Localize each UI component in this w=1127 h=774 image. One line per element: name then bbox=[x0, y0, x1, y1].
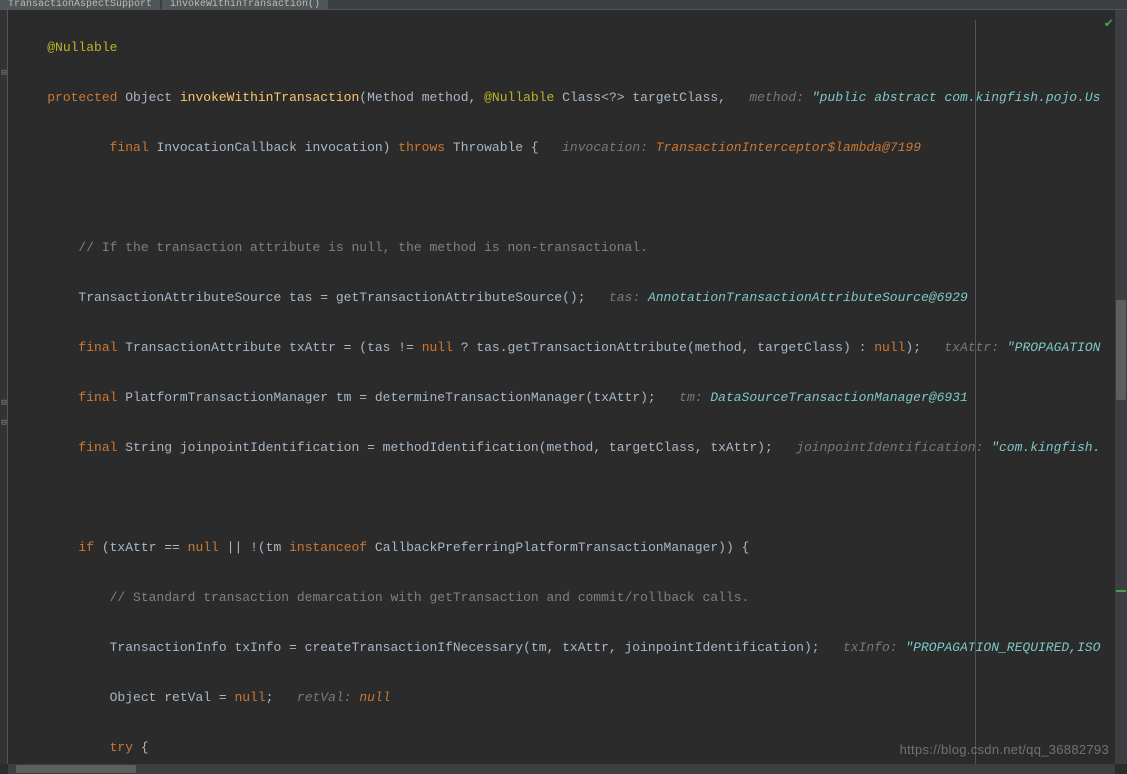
code-line: Object retVal = null; retVal: null bbox=[16, 685, 1127, 710]
vertical-scrollbar[interactable] bbox=[1115, 10, 1127, 764]
code-line: protected Object invokeWithinTransaction… bbox=[16, 85, 1127, 110]
scroll-thumb[interactable] bbox=[16, 765, 136, 773]
margin-guide bbox=[975, 20, 976, 764]
code-line: final PlatformTransactionManager tm = de… bbox=[16, 385, 1127, 410]
code-line: // Standard transaction demarcation with… bbox=[16, 585, 1127, 610]
watermark: https://blog.csdn.net/qq_36882793 bbox=[900, 737, 1109, 762]
scroll-thumb[interactable] bbox=[1116, 300, 1126, 400]
inspection-ok-icon[interactable]: ✔ bbox=[1105, 12, 1113, 37]
gutter: ⊟ ⊟ ⊟ bbox=[0, 10, 8, 764]
horizontal-scrollbar[interactable] bbox=[8, 764, 1115, 774]
editor-tabs: TransactionAspectSupport invokeWithinTra… bbox=[0, 0, 1127, 10]
code-line bbox=[16, 185, 1127, 210]
tab-method[interactable]: invokeWithinTransaction() bbox=[162, 0, 328, 9]
code-line: final InvocationCallback invocation) thr… bbox=[16, 135, 1127, 160]
tab-file[interactable]: TransactionAspectSupport bbox=[0, 0, 160, 9]
code-line: TransactionAttributeSource tas = getTran… bbox=[16, 285, 1127, 310]
code-area[interactable]: @Nullable protected Object invokeWithinT… bbox=[8, 10, 1127, 764]
code-line: final String joinpointIdentification = m… bbox=[16, 435, 1127, 460]
code-line bbox=[16, 485, 1127, 510]
code-line: @Nullable bbox=[16, 35, 1127, 60]
code-editor[interactable]: ⊟ ⊟ ⊟ @Nullable protected Object invokeW… bbox=[0, 10, 1127, 764]
code-line: TransactionInfo txInfo = createTransacti… bbox=[16, 635, 1127, 660]
code-line: if (txAttr == null || !(tm instanceof Ca… bbox=[16, 535, 1127, 560]
code-line: final TransactionAttribute txAttr = (tas… bbox=[16, 335, 1127, 360]
scroll-mark bbox=[1116, 590, 1126, 592]
code-line: // If the transaction attribute is null,… bbox=[16, 235, 1127, 260]
